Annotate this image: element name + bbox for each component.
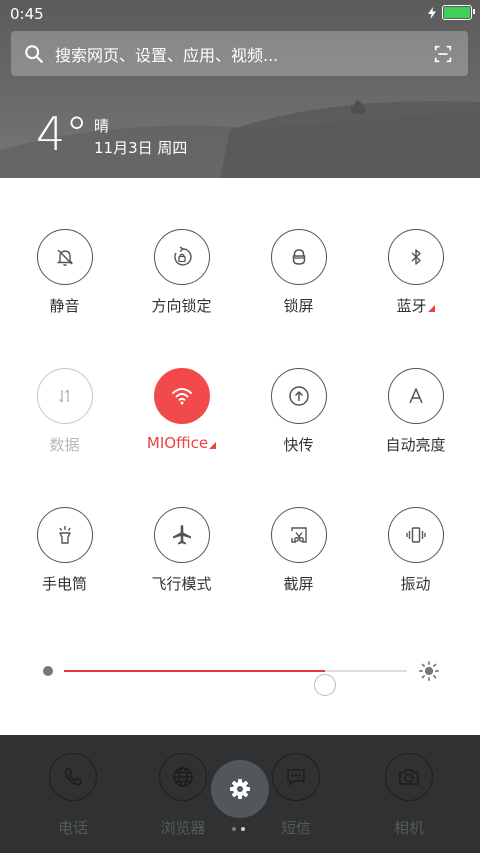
toggle-quick-share[interactable]: 快传 (240, 368, 357, 455)
share-transfer-icon (288, 386, 309, 406)
status-time: 0:45 (10, 5, 44, 23)
page-dot (232, 827, 236, 831)
charging-icon (428, 6, 436, 19)
scan-icon[interactable] (432, 43, 454, 65)
toggle-label: 数据 (49, 436, 80, 454)
message-icon (287, 769, 305, 786)
brightness-thumb[interactable] (313, 674, 336, 696)
toggle-rotation-lock[interactable]: 方向锁定 (123, 229, 240, 316)
toggle-label: 蓝牙 (396, 295, 435, 316)
dock-app-icon[interactable] (385, 753, 433, 801)
toggle-circle[interactable] (270, 507, 327, 563)
toggle-screenshot[interactable]: 截屏 (240, 507, 357, 594)
toggle-label: 锁屏 (283, 297, 314, 315)
dock-app-phone[interactable]: 电话 (23, 753, 123, 838)
weather-date: 11月3日 周四 (94, 139, 188, 157)
brightness-high-icon (419, 661, 439, 681)
dock-app-camera[interactable]: 相机 (359, 753, 459, 838)
vibrate-icon (405, 527, 426, 543)
phone-icon (64, 768, 82, 786)
screenshot-icon (290, 527, 307, 543)
toggle-circle[interactable] (270, 368, 327, 424)
search-bar[interactable]: 搜索网页、设置、应用、视频... (11, 31, 468, 76)
camera-icon (399, 769, 419, 785)
flashlight-icon (58, 526, 71, 544)
toggle-lock-screen[interactable]: 锁屏 (240, 229, 357, 316)
toggle-label: MIOffice (147, 434, 217, 452)
toggle-label: 自动亮度 (385, 436, 446, 454)
toggle-circle[interactable] (153, 507, 210, 563)
toggle-circle[interactable] (36, 507, 93, 563)
toggle-silent[interactable]: 静音 (6, 229, 123, 316)
globe-icon (173, 767, 193, 787)
toggle-circle[interactable] (387, 368, 444, 424)
bell-off-icon (56, 249, 73, 266)
toggle-wifi[interactable]: MIOffice (123, 368, 240, 452)
dock-app-label: 短信 (280, 819, 311, 837)
gear-icon (230, 779, 250, 799)
toggle-circle[interactable] (387, 507, 444, 563)
weather-temperature[interactable]: 4° (36, 106, 88, 162)
search-input[interactable]: 搜索网页、设置、应用、视频... (55, 42, 432, 66)
battery-icon (442, 5, 475, 20)
brightness-fill (64, 670, 325, 672)
search-icon (25, 44, 43, 63)
rotation-lock-icon (173, 246, 192, 266)
dock-app-icon[interactable] (159, 753, 207, 801)
lock-icon (292, 249, 305, 265)
dock-app-label: 相机 (393, 819, 424, 837)
more-options-indicator (427, 305, 435, 312)
dock-app-label: 电话 (57, 819, 88, 837)
status-icons (428, 5, 475, 20)
more-options-indicator (209, 442, 217, 449)
brightness-low-icon (43, 666, 53, 676)
toggle-label: 振动 (400, 575, 431, 593)
auto-brightness-icon (408, 388, 423, 404)
toggle-label: 静音 (49, 297, 80, 315)
brightness-track[interactable] (64, 670, 407, 696)
toggle-bluetooth[interactable]: 蓝牙 (357, 229, 474, 316)
toggle-circle[interactable] (270, 229, 327, 285)
settings-button[interactable] (211, 760, 269, 818)
toggle-circle[interactable] (153, 368, 210, 424)
toggle-label: 快传 (283, 436, 314, 454)
page-dot-active (241, 827, 245, 831)
toggle-circle[interactable] (387, 229, 444, 285)
bluetooth-icon (411, 249, 421, 265)
toggle-flashlight[interactable]: 手电筒 (6, 507, 123, 594)
dock-app-label: 浏览器 (160, 819, 206, 837)
weather-condition: 晴 (94, 117, 110, 135)
airplane-icon (172, 525, 191, 545)
dock-app-icon[interactable] (49, 753, 97, 801)
toggle-vibrate[interactable]: 振动 (357, 507, 474, 594)
toggle-circle[interactable] (36, 229, 93, 285)
wifi-icon (171, 388, 192, 405)
toggle-circle[interactable] (36, 368, 93, 424)
mobile-data-icon (58, 389, 69, 403)
toggle-mobile-data[interactable]: 数据 (6, 368, 123, 455)
brightness-slider[interactable] (40, 656, 440, 696)
page-indicator (232, 827, 245, 831)
toggle-label: 截屏 (283, 575, 314, 593)
toggle-circle[interactable] (153, 229, 210, 285)
wallpaper-header: 0:45 搜索网页、设置、应用、视频... 4° 晴 11月3日 周四 (0, 0, 480, 178)
toggle-label: 方向锁定 (151, 297, 212, 315)
dock-app-icon[interactable] (272, 753, 320, 801)
toggle-label: 飞行模式 (151, 575, 212, 593)
toggle-auto-brightness[interactable]: 自动亮度 (357, 368, 474, 455)
toggle-label: 手电筒 (41, 575, 87, 593)
toggle-airplane-mode[interactable]: 飞行模式 (123, 507, 240, 594)
